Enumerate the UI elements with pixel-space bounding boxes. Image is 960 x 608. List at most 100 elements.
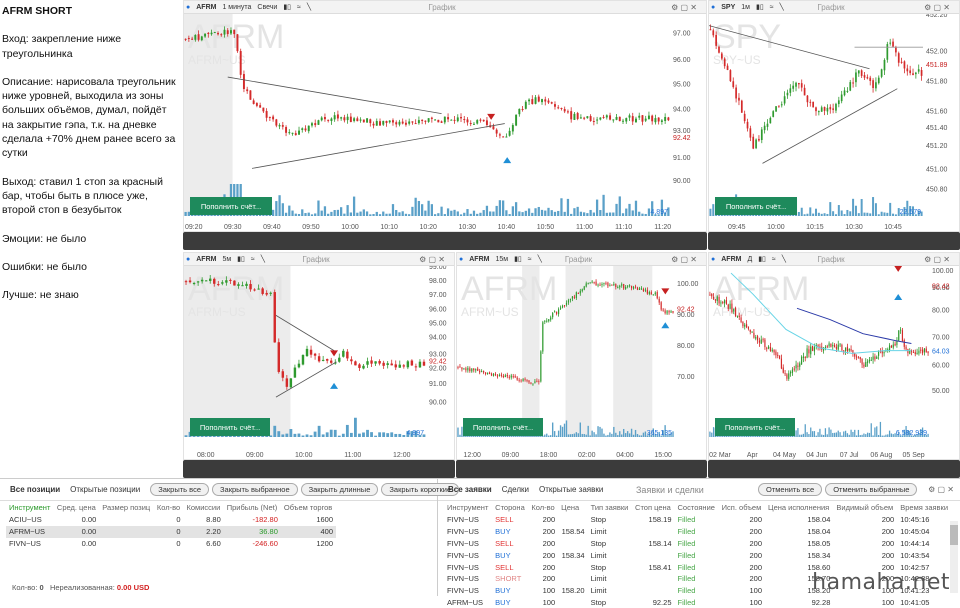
chart-scroll-strip[interactable] — [456, 460, 707, 478]
chart-panel-afrm-1m[interactable]: ● AFRM 1 минута Свечи ▮▯ ≈ ╲ График ⚙ ▢ ✕ AFRM AFR… — [183, 0, 707, 232]
price-chart[interactable]: AFRMAFRM~US100.0090.0080.0070.0060.0050.… — [709, 266, 959, 459]
panel-controls-icon[interactable]: ⚙ ▢ ✕ — [928, 485, 954, 494]
price-chart[interactable]: SPYSPY~US 452.20 452.00 451.80 451.60 451.40 4… — [709, 14, 959, 231]
chart-scroll-strip[interactable] — [708, 460, 960, 478]
close-all-button[interactable]: Закрыть все — [150, 483, 209, 496]
tab-trades[interactable]: Сделки — [502, 485, 529, 494]
draw-line-icon[interactable]: ╲ — [307, 3, 311, 11]
column-header[interactable]: Кол-во — [528, 501, 558, 514]
x-axis-tick: 11:00 — [344, 452, 361, 459]
collapse-icon[interactable]: ● — [711, 256, 715, 263]
volume-bar — [638, 211, 641, 216]
volume-bar — [330, 211, 333, 216]
window-controls-icon[interactable]: ⚙ ▢ ✕ — [671, 255, 697, 264]
column-header[interactable]: Видимый объем — [833, 501, 897, 514]
window-controls-icon[interactable]: ⚙ ▢ ✕ — [671, 3, 697, 12]
scrollbar[interactable] — [950, 521, 958, 593]
candle — [346, 351, 349, 359]
symbol-selector[interactable]: AFRM — [469, 256, 489, 263]
symbol-selector[interactable]: SPY — [721, 4, 735, 11]
column-header[interactable]: Исп. объем — [719, 501, 765, 514]
column-header[interactable]: Размер позиц — [99, 501, 154, 514]
indicator-icon[interactable]: ≈ — [528, 256, 532, 263]
cancel-selected-button[interactable]: Отменить выбранные — [825, 483, 918, 496]
chart-scroll-strip[interactable] — [708, 232, 960, 250]
tab-open-positions[interactable]: Открытые позиции — [70, 485, 140, 494]
close-long-button[interactable]: Закрыть длинные — [300, 483, 379, 496]
column-header[interactable]: Сторона — [492, 501, 528, 514]
candle — [362, 365, 365, 369]
chart-panel-afrm-5m[interactable]: ● AFRM 5м ▮▯ ≈ ╲ График ⚙ ▢ ✕ AFRM AFRM~US 99.00 98… — [183, 252, 455, 460]
table-cell: BUY — [495, 597, 511, 607]
candle-icon[interactable]: ▮▯ — [514, 255, 522, 263]
window-controls-icon[interactable]: ⚙ ▢ ✕ — [924, 255, 950, 264]
draw-line-icon[interactable]: ╲ — [261, 255, 265, 263]
price-chart[interactable]: AFRMAFRM~US100.0090.0080.0070.0092.42Поп… — [457, 266, 706, 459]
table-row[interactable]: FIVN~US BUY 200 158.54 Limit Filled 200 158.04 2… — [444, 526, 952, 538]
interval-selector[interactable]: Д — [747, 256, 752, 263]
candle-icon[interactable]: ▮▯ — [756, 3, 764, 11]
candle — [259, 105, 262, 108]
table-row[interactable]: FIVN~US BUY 200 158.34 Limit Filled 200 158.34 2… — [444, 549, 952, 561]
price-chart[interactable]: AFRMAFRM~US 99.00 98.00 97.00 96.00 95.00 94.0… — [184, 266, 454, 459]
column-header[interactable]: Объем торгов — [281, 501, 336, 514]
chart-panel-afrm-daily[interactable]: ● AFRM Д ▮▯ ≈ ╲ График ⚙ ▢ ✕ AFRM AFRM~US 100.00 90… — [708, 252, 960, 460]
interval-selector[interactable]: 15м — [495, 256, 508, 263]
table-row[interactable]: FIVN~US 0.00 0 6.60 -246.60 1200 — [6, 538, 336, 550]
chart-panel-spy-1m[interactable]: ● SPY 1м ▮▯ ≈ ╲ График ⚙ ▢ ✕ SPY SPY~US 452.20 452.… — [708, 0, 960, 232]
tab-open-orders[interactable]: Открытые заявки — [539, 485, 603, 494]
column-header[interactable]: Цена исполнения — [765, 501, 833, 514]
candle-icon[interactable]: ▮▯ — [237, 255, 245, 263]
column-header[interactable]: Тип заявки — [588, 501, 632, 514]
price-chart[interactable]: AFRMAFRM~US97.0096.0095.0094.0093.0091.0… — [184, 14, 706, 231]
column-header[interactable]: Цена — [558, 501, 587, 514]
chart-scroll-strip[interactable] — [183, 460, 455, 478]
candle — [359, 119, 362, 121]
chart-scroll-strip[interactable] — [183, 232, 707, 250]
tab-all-orders[interactable]: Все заявки — [448, 485, 492, 494]
column-header[interactable]: Состояние — [675, 501, 719, 514]
interval-selector[interactable]: 5м — [222, 256, 231, 263]
column-header[interactable]: Сред. цена — [54, 501, 99, 514]
cancel-all-button[interactable]: Отменить все — [758, 483, 823, 496]
window-controls-icon[interactable]: ⚙ ▢ ✕ — [924, 3, 950, 12]
close-selected-button[interactable]: Закрыть выбранное — [212, 483, 298, 496]
column-header[interactable]: Стоп цена — [632, 501, 674, 514]
chart-type-selector[interactable]: Свечи — [257, 4, 277, 11]
window-controls-icon[interactable]: ⚙ ▢ ✕ — [419, 255, 445, 264]
table-row[interactable]: AFRM~US BUY 100 Stop 92.25 Filled 100 92.28 100 1… — [444, 597, 952, 608]
collapse-icon[interactable]: ● — [186, 4, 190, 11]
column-header[interactable]: Время заявки — [897, 501, 952, 514]
draw-line-icon[interactable]: ╲ — [780, 3, 784, 11]
indicator-icon[interactable]: ≈ — [770, 4, 774, 11]
collapse-icon[interactable]: ● — [186, 256, 190, 263]
column-header[interactable]: Прибыль (Net) — [224, 501, 281, 514]
volume-bar — [605, 435, 607, 437]
symbol-selector[interactable]: AFRM — [721, 256, 741, 263]
column-header[interactable]: Комиссии — [184, 501, 224, 514]
draw-line-icon[interactable]: ╲ — [782, 255, 786, 263]
collapse-icon[interactable]: ● — [711, 4, 715, 11]
indicator-icon[interactable]: ≈ — [251, 256, 255, 263]
interval-selector[interactable]: 1 минута — [222, 4, 251, 11]
column-header[interactable]: Кол-во — [154, 501, 184, 514]
draw-line-icon[interactable]: ╲ — [538, 255, 542, 263]
candle-icon[interactable]: ▮▯ — [758, 255, 766, 263]
volume-bar — [375, 211, 378, 216]
indicator-icon[interactable]: ≈ — [772, 256, 776, 263]
column-header[interactable]: Инструмент — [6, 501, 54, 514]
candle — [504, 375, 506, 378]
table-row[interactable]: ACIU~US 0.00 0 8.80 -182.80 1600 — [6, 514, 336, 526]
table-row[interactable]: AFRM~US 0.00 0 2.20 36.80 400 — [6, 525, 336, 538]
candle-icon[interactable]: ▮▯ — [283, 3, 291, 11]
chart-panel-afrm-15m[interactable]: ● AFRM 15м ▮▯ ≈ ╲ График ⚙ ▢ ✕ AFRM AFRM~US 100.00… — [456, 252, 707, 460]
table-row[interactable]: FIVN~US SELL 200 Stop 158.19 Filled 200 158.04 2… — [444, 514, 952, 526]
interval-selector[interactable]: 1м — [741, 4, 750, 11]
collapse-icon[interactable]: ● — [459, 256, 463, 263]
symbol-selector[interactable]: AFRM — [196, 4, 216, 11]
column-header[interactable]: Инструмент — [444, 501, 492, 514]
tab-all-positions[interactable]: Все позиции — [10, 485, 60, 494]
symbol-selector[interactable]: AFRM — [196, 256, 216, 263]
table-row[interactable]: FIVN~US SELL 200 Stop 158.14 Filled 200 158.05 2… — [444, 538, 952, 550]
indicator-icon[interactable]: ≈ — [297, 4, 301, 11]
